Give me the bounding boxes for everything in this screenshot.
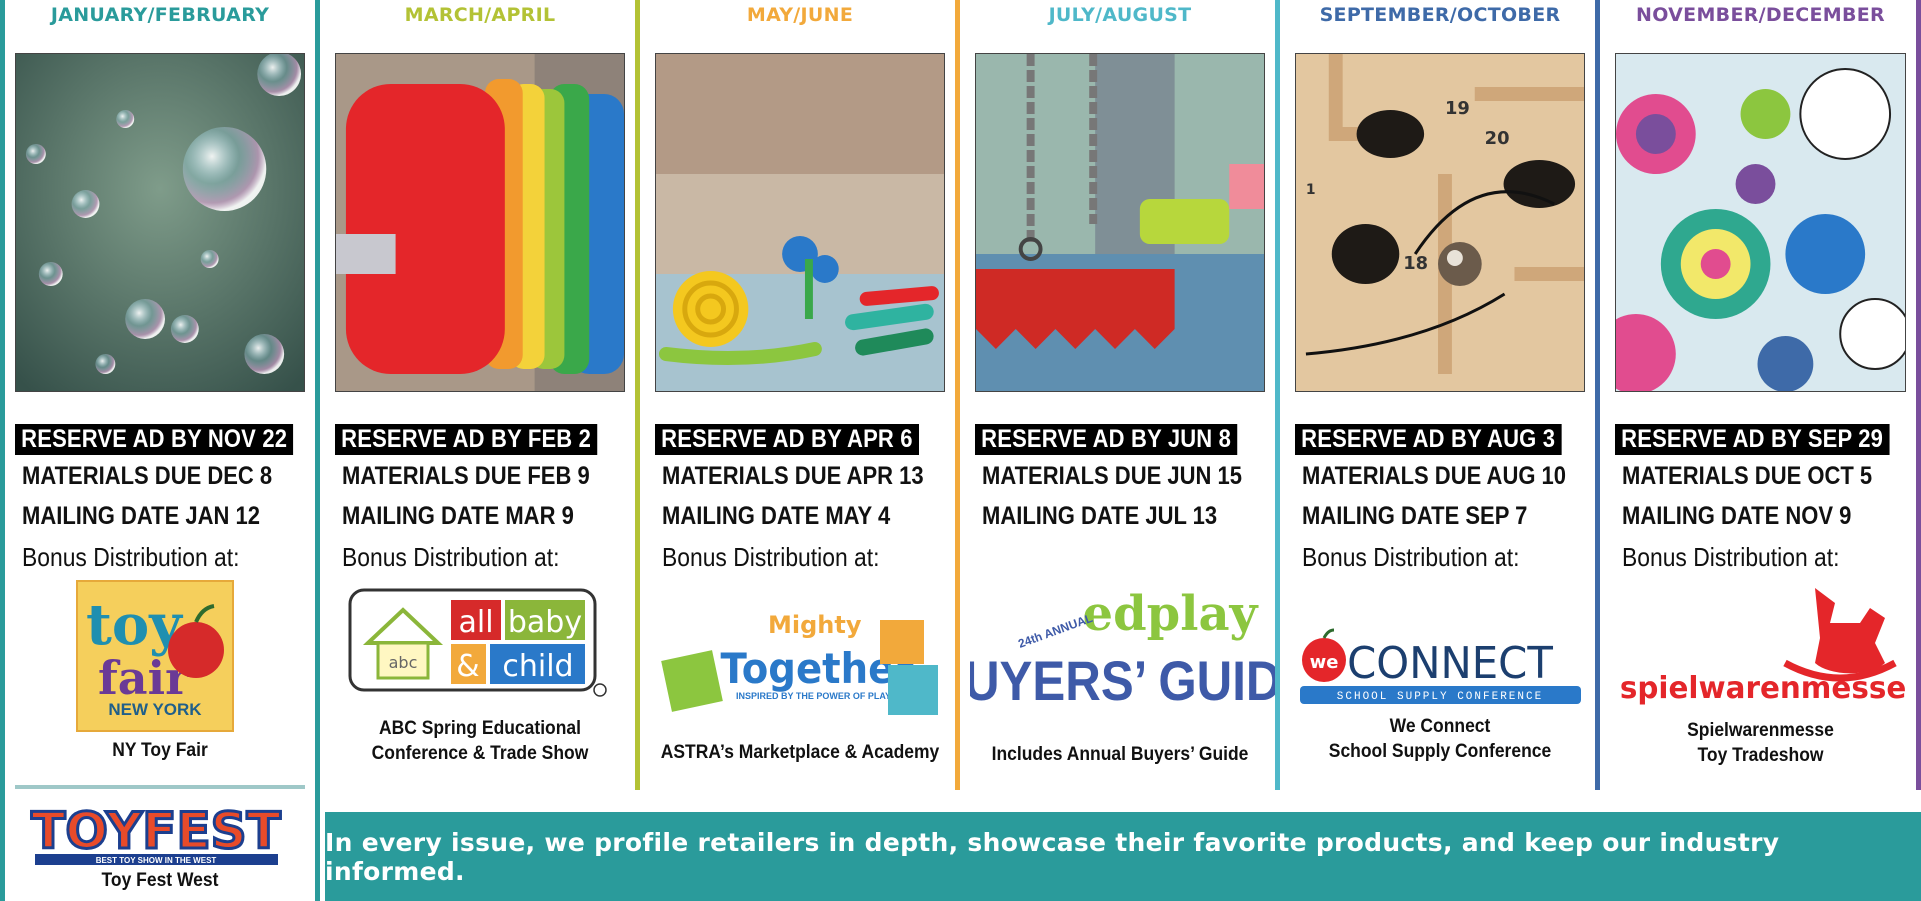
bonus-distribution-label: Bonus Distribution at:	[1302, 542, 1520, 572]
reserve-deadline: RESERVE AD BY FEB 2	[335, 424, 598, 455]
mighty-together-logo: Mighty Together INSPIRED BY THE POWER OF…	[658, 605, 948, 725]
caption-line: Conference & Trade Show	[371, 743, 589, 764]
toyfest-logo: TOYFEST BEST TOY SHOW IN THE WEST	[15, 798, 298, 866]
logo-word: Mighty	[768, 611, 862, 639]
bonus-distribution-label: Bonus Distribution at:	[22, 542, 240, 572]
maze-number: 19	[1445, 98, 1470, 119]
caption-line: Spielwarenmesse	[1687, 720, 1834, 741]
stacking-rings-photo	[335, 53, 625, 392]
column-may-jun: MAY/JUNE RESERVE AD BY APR 6 MATERIALS D…	[640, 0, 960, 790]
modeling-clay-photo	[655, 53, 945, 392]
mailing-date: MAILING DATE MAY 4	[662, 502, 891, 530]
column-heading: NOVEMBER/DECEMBER	[1636, 4, 1885, 26]
mailing-date: MAILING DATE NOV 9	[1622, 502, 1852, 530]
bonus-distribution-label: Bonus Distribution at:	[342, 542, 560, 572]
column-jan-feb: JANUARY/FEBRUARY RESERVE AD BY NOV 22 MA…	[0, 0, 320, 901]
column-nov-dec: NOVEMBER/DECEMBER RESERVE AD BY SEP 29 M…	[1600, 0, 1921, 790]
logo-word: CONNECT	[1347, 638, 1553, 689]
materials-due: MATERIALS DUE FEB 9	[342, 462, 590, 490]
materials-due: MATERIALS DUE AUG 10	[1302, 462, 1567, 490]
logo-word: BUYERS’ GUIDE	[970, 650, 1275, 713]
column-heading: MAY/JUNE	[746, 4, 854, 26]
column-heading: MARCH/APRIL	[404, 4, 556, 26]
logo-word: NEW YORK	[108, 700, 202, 719]
footer-banner: In every issue, we profile retailers in …	[325, 812, 1921, 901]
column-heading: JULY/AUGUST	[1048, 4, 1192, 26]
reserve-deadline: RESERVE AD BY SEP 29	[1615, 424, 1890, 455]
mailing-date: MAILING DATE JUL 13	[982, 502, 1218, 530]
astra-caption: ASTRA’s Marketplace & Academy	[660, 742, 940, 763]
logo-word: edplay	[1083, 588, 1260, 642]
column-divider	[0, 0, 5, 901]
materials-due: MATERIALS DUE APR 13	[662, 462, 924, 490]
logo-word: we	[1310, 652, 1339, 673]
mailing-date: MAILING DATE JAN 12	[22, 502, 260, 530]
logo-tagline: INSPIRED BY THE POWER OF PLAY	[736, 691, 891, 701]
column-heading: JANUARY/FEBRUARY	[50, 4, 270, 26]
ny-toy-fair-logo: toy fair NEW YORK	[76, 580, 234, 732]
edplay-buyers-guide-logo: edplay 24th ANNUAL BUYERS’ GUIDE	[928, 586, 1314, 716]
caption-line: We Connect	[1389, 716, 1491, 737]
abc-conference-caption: ABC Spring Educational Conference & Trad…	[333, 716, 627, 766]
logo-word: &	[456, 649, 479, 684]
logo-word: abc	[389, 653, 418, 672]
reserve-deadline: RESERVE AD BY NOV 22	[15, 424, 294, 455]
materials-due: MATERIALS DUE OCT 5	[1622, 462, 1873, 490]
maze-number: 1	[1306, 182, 1316, 198]
reserve-deadline: RESERVE AD BY AUG 3	[1295, 424, 1562, 455]
materials-due: MATERIALS DUE DEC 8	[22, 462, 273, 490]
logo-word: all	[458, 605, 493, 640]
logo-word: TOYFEST	[31, 802, 280, 860]
logo-word: baby	[508, 605, 582, 640]
wooden-maze-photo: 19 20 18 1	[1295, 53, 1585, 392]
ny-toy-fair-caption: NY Toy Fair	[112, 740, 208, 761]
caption-line: School Supply Conference	[1328, 741, 1552, 762]
we-connect-logo: we CONNECT SCHOOL SUPPLY CONFERENCE	[1298, 628, 1583, 708]
divider	[15, 785, 305, 789]
materials-due: MATERIALS DUE JUN 15	[982, 462, 1242, 490]
logo-word: spielwarenmesse	[1620, 671, 1906, 706]
toy-fest-west-caption: Toy Fest West	[101, 870, 219, 891]
logo-word: child	[502, 649, 573, 684]
bonus-distribution-label: Bonus Distribution at:	[1622, 542, 1840, 572]
soap-bubbles-photo	[15, 53, 305, 392]
column-heading: SEPTEMBER/OCTOBER	[1319, 4, 1561, 26]
column-jul-aug: JULY/AUGUST RESERVE AD BY JUN 8 MATERIAL…	[928, 0, 1314, 790]
coloring-pattern-photo	[1615, 53, 1906, 392]
mailing-date: MAILING DATE SEP 7	[1302, 502, 1528, 530]
maze-number: 18	[1403, 253, 1428, 274]
logo-tagline: SCHOOL SUPPLY CONFERENCE	[1337, 691, 1543, 703]
caption-line: ABC Spring Educational	[378, 718, 581, 739]
maze-number: 20	[1485, 128, 1510, 149]
column-mar-apr: MARCH/APRIL RESERVE AD BY FEB 2 MATERIAL…	[320, 0, 640, 790]
bonus-distribution-label: Bonus Distribution at:	[662, 542, 880, 572]
caption-line: Toy Tradeshow	[1697, 745, 1824, 766]
column-sep-oct: SEPTEMBER/OCTOBER 19 20 18 1 RESERVE AD …	[1280, 0, 1600, 790]
swings-photo	[975, 53, 1265, 392]
logo-tagline: BEST TOY SHOW IN THE WEST	[96, 856, 217, 865]
column-divider	[1916, 0, 1921, 790]
we-connect-caption: We Connect School Supply Conference	[1293, 714, 1587, 764]
reserve-deadline: RESERVE AD BY JUN 8	[975, 424, 1238, 455]
all-baby-child-logo: abc all baby & child	[348, 588, 610, 700]
spielwarenmesse-caption: Spielwarenmesse Toy Tradeshow	[1613, 718, 1908, 768]
mailing-date: MAILING DATE MAR 9	[342, 502, 574, 530]
buyers-guide-caption: Includes Annual Buyers’ Guide	[991, 744, 1249, 765]
reserve-deadline: RESERVE AD BY APR 6	[655, 424, 919, 455]
spielwarenmesse-logo: spielwarenmesse	[1615, 578, 1910, 708]
